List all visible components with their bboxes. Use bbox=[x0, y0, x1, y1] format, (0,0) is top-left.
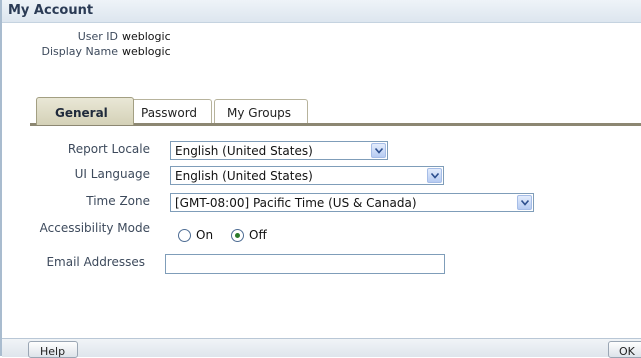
chevron-down-icon[interactable] bbox=[371, 143, 386, 158]
tab-my-groups-label: My Groups bbox=[227, 106, 292, 120]
accessibility-mode-label: Accessibility Mode bbox=[39, 221, 150, 235]
display-name-label: Display Name bbox=[41, 45, 119, 58]
tab-general[interactable]: General bbox=[36, 97, 134, 125]
email-addresses-label: Email Addresses bbox=[46, 255, 145, 269]
user-id-value: weblogic bbox=[122, 30, 171, 43]
accessibility-off-radio[interactable] bbox=[231, 229, 244, 242]
dialog-footer bbox=[2, 338, 641, 357]
report-locale-label: Report Locale bbox=[67, 142, 150, 156]
time-zone-label: Time Zone bbox=[86, 194, 150, 208]
report-locale-value: English (United States) bbox=[175, 144, 313, 158]
ui-language-value: English (United States) bbox=[175, 169, 313, 183]
report-locale-select[interactable]: English (United States) bbox=[170, 141, 388, 160]
ok-button-label: OK bbox=[619, 345, 635, 358]
email-addresses-input[interactable] bbox=[165, 254, 445, 274]
ui-language-select[interactable]: English (United States) bbox=[170, 166, 444, 185]
chevron-down-icon[interactable] bbox=[427, 168, 442, 183]
ui-language-label: UI Language bbox=[74, 167, 150, 181]
display-name-value: weblogic bbox=[122, 45, 171, 58]
accessibility-on-label[interactable]: On bbox=[196, 228, 213, 242]
user-id-row: User ID weblogic bbox=[2, 30, 641, 46]
chevron-down-icon[interactable] bbox=[517, 195, 532, 210]
user-id-label: User ID bbox=[77, 30, 118, 43]
time-zone-select[interactable]: [GMT-08:00] Pacific Time (US & Canada) bbox=[170, 193, 534, 212]
ok-button[interactable]: OK bbox=[608, 341, 641, 358]
dialog-title: My Account bbox=[8, 3, 94, 18]
tab-password[interactable]: Password bbox=[130, 99, 212, 124]
my-account-dialog: My Account User ID weblogic Display Name… bbox=[0, 0, 641, 358]
display-name-row: Display Name weblogic bbox=[2, 45, 641, 61]
tab-my-groups[interactable]: My Groups bbox=[214, 99, 308, 124]
tab-general-label: General bbox=[55, 106, 108, 120]
tab-password-label: Password bbox=[141, 106, 198, 120]
time-zone-value: [GMT-08:00] Pacific Time (US & Canada) bbox=[175, 196, 417, 210]
help-button-label: Help bbox=[40, 345, 66, 358]
accessibility-off-label[interactable]: Off bbox=[249, 228, 267, 242]
dialog-titlebar: My Account bbox=[2, 0, 641, 23]
accessibility-on-radio[interactable] bbox=[178, 229, 191, 242]
help-button[interactable]: Help bbox=[28, 341, 78, 358]
